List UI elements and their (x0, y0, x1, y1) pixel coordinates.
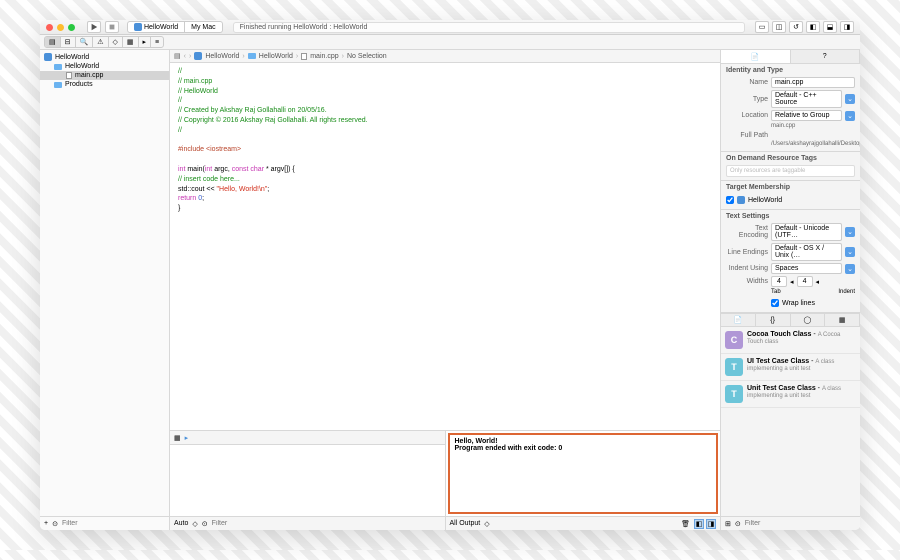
scheme-device: My Mac (191, 24, 216, 31)
folder-icon (248, 53, 256, 59)
scheme-target: HelloWorld (144, 24, 178, 31)
template-icon: T (725, 358, 743, 376)
show-variables-icon[interactable]: ◧ (694, 519, 704, 529)
close-button[interactable] (46, 24, 53, 31)
source-editor[interactable]: // // main.cpp // HelloWorld // // Creat… (170, 63, 720, 430)
breakpoint-toggle-icon[interactable]: ▸ (185, 434, 189, 442)
tab-width-input[interactable]: 4 (771, 276, 787, 287)
titlebar: HelloWorld My Mac Finished running Hello… (40, 20, 860, 35)
debug-area: ▦▸ Auto ◇ ⊙ Hello, World! Program ended … (170, 430, 720, 530)
filter-icon: ⊙ (52, 520, 58, 528)
object-library-tab-icon[interactable]: ◯ (791, 314, 826, 326)
wrap-lines-checkbox[interactable] (771, 299, 779, 307)
library-list[interactable]: CCocoa Touch Class - A Cocoa Touch class… (721, 327, 860, 516)
file-name-field[interactable]: main.cpp (771, 77, 855, 88)
target-checkbox[interactable] (726, 196, 734, 204)
chevron-down-icon[interactable]: ⌄ (845, 227, 855, 237)
file-icon (301, 53, 307, 60)
navigator-filter-input[interactable] (62, 520, 165, 527)
xcode-window: HelloWorld My Mac Finished running Hello… (40, 20, 860, 530)
app-icon (134, 23, 142, 31)
nav-tab-issue-icon[interactable]: ⚠ (93, 37, 108, 47)
navigator-tab-bar: ▤ ⊟ 🔍 ⚠ ◇ ▦ ▸ ≡ (40, 35, 860, 50)
nav-tab-project-icon[interactable]: ▤ (45, 37, 61, 47)
jump-bar[interactable]: ▤ ‹› HelloWorld› HelloWorld› main.cpp› N… (170, 50, 720, 63)
tree-group[interactable]: HelloWorld (40, 62, 169, 71)
nav-tab-debug-icon[interactable]: ▦ (123, 37, 139, 47)
app-icon (737, 196, 745, 204)
jump-bar-related-icon[interactable]: ▤ (174, 52, 181, 60)
chevron-down-icon[interactable]: ⌄ (845, 247, 855, 257)
code-snippet-tab-icon[interactable]: {} (756, 314, 791, 326)
scope-selector[interactable]: Auto (174, 520, 188, 527)
debug-toggle-icon[interactable]: ▦ (174, 434, 181, 442)
chevron-down-icon[interactable]: ⌄ (845, 264, 855, 274)
template-icon: C (725, 331, 743, 349)
file-type-select[interactable]: Default - C++ Source (771, 90, 842, 108)
editor-version-icon[interactable]: ↺ (789, 21, 803, 33)
activity-status: Finished running HelloWorld : HelloWorld (233, 22, 745, 33)
panel-left-icon[interactable]: ◧ (806, 21, 820, 33)
stop-button[interactable] (105, 21, 119, 33)
quick-help-tab-icon[interactable]: ? (791, 50, 861, 63)
nav-tab-test-icon[interactable]: ◇ (109, 37, 123, 47)
output-selector[interactable]: All Output (450, 520, 481, 527)
editor-assistant-icon[interactable]: ◫ (772, 21, 786, 33)
utilities-panel: 📄 ? Identity and Type Namemain.cpp TypeD… (720, 50, 860, 530)
file-inspector-tab-icon[interactable]: 📄 (721, 50, 791, 63)
full-path-text: /Users/akshayrajgollahalli/Desktop/Hello… (726, 141, 855, 148)
file-template-tab-icon[interactable]: 📄 (721, 314, 756, 326)
library-item[interactable]: TUnit Test Case Class - A class implemen… (721, 381, 860, 408)
add-file-button[interactable]: + (44, 520, 48, 527)
project-icon (44, 53, 52, 61)
run-button[interactable] (87, 21, 101, 33)
show-console-icon[interactable]: ◨ (706, 519, 716, 529)
library-item[interactable]: TUI Test Case Class - A class implementi… (721, 354, 860, 381)
line-endings-select[interactable]: Default - OS X / Unix (… (771, 243, 842, 261)
folder-icon (54, 64, 62, 70)
media-library-tab-icon[interactable]: ▦ (825, 314, 860, 326)
folder-icon (54, 82, 62, 88)
tree-project-root[interactable]: HelloWorld (40, 52, 169, 62)
panel-right-icon[interactable]: ◨ (840, 21, 854, 33)
project-navigator: HelloWorld HelloWorld main.cpp Products … (40, 50, 170, 530)
nav-tab-find-icon[interactable]: 🔍 (76, 37, 94, 47)
editor-standard-icon[interactable]: ▭ (755, 21, 769, 33)
tree-file-main[interactable]: main.cpp (40, 71, 169, 80)
minimize-button[interactable] (57, 24, 64, 31)
location-select[interactable]: Relative to Group (771, 110, 842, 121)
identity-header: Identity and Type (726, 67, 855, 74)
trash-icon[interactable]: 🗑 (681, 520, 690, 528)
library-item[interactable]: CCocoa Touch Class - A Cocoa Touch class (721, 327, 860, 354)
nav-tab-log-icon[interactable]: ≡ (151, 37, 163, 47)
chevron-down-icon[interactable]: ⌄ (845, 111, 855, 121)
nav-tab-symbol-icon[interactable]: ⊟ (61, 37, 76, 47)
zoom-button[interactable] (68, 24, 75, 31)
template-icon: T (725, 385, 743, 403)
indent-select[interactable]: Spaces (771, 263, 842, 274)
grid-view-icon[interactable]: ⊞ (725, 520, 731, 528)
indent-width-input[interactable]: 4 (797, 276, 813, 287)
nav-tab-breakpoint-icon[interactable]: ▸ (139, 37, 152, 47)
variables-view[interactable] (170, 445, 445, 516)
variables-filter[interactable] (212, 520, 441, 527)
scheme-selector[interactable]: HelloWorld My Mac (127, 21, 223, 33)
encoding-select[interactable]: Default - Unicode (UTF… (771, 223, 842, 241)
project-icon (194, 52, 202, 60)
console-output[interactable]: Hello, World! Program ended with exit co… (448, 433, 719, 514)
panel-bottom-icon[interactable]: ⬓ (823, 21, 837, 33)
file-icon (66, 72, 72, 79)
resource-tags-field: Only resources are taggable (726, 165, 855, 177)
library-filter-input[interactable] (745, 520, 856, 527)
file-tree[interactable]: HelloWorld HelloWorld main.cpp Products (40, 50, 169, 516)
tree-products[interactable]: Products (40, 80, 169, 89)
chevron-down-icon[interactable]: ⌄ (845, 94, 855, 104)
